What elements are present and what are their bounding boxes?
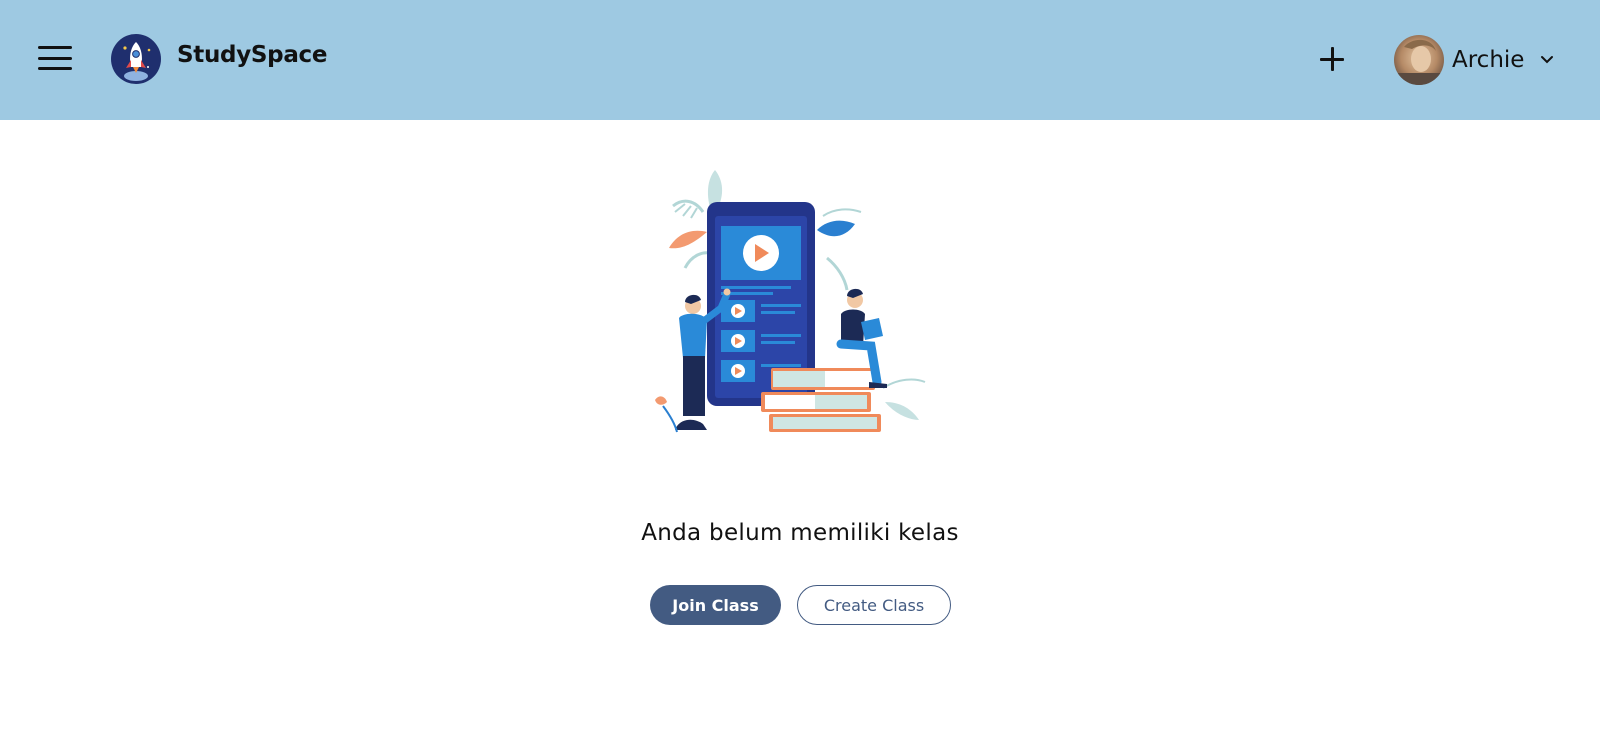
rocket-logo-icon[interactable]	[111, 34, 161, 84]
empty-state-message: Anda belum memiliki kelas	[641, 520, 959, 546]
brand-name[interactable]: StudySpace	[177, 42, 327, 68]
user-name: Archie	[1452, 47, 1525, 73]
chevron-down-icon[interactable]	[1540, 55, 1554, 65]
create-class-button[interactable]: Create Class	[797, 585, 951, 625]
plus-icon[interactable]	[1318, 45, 1348, 75]
top-navbar: StudySpace Archie	[0, 0, 1600, 120]
hamburger-menu-icon[interactable]	[38, 46, 72, 70]
avatar[interactable]	[1394, 35, 1444, 85]
online-learning-illustration	[655, 170, 926, 433]
join-class-button[interactable]: Join Class	[650, 585, 781, 625]
user-menu[interactable]: Archie	[1394, 35, 1554, 85]
